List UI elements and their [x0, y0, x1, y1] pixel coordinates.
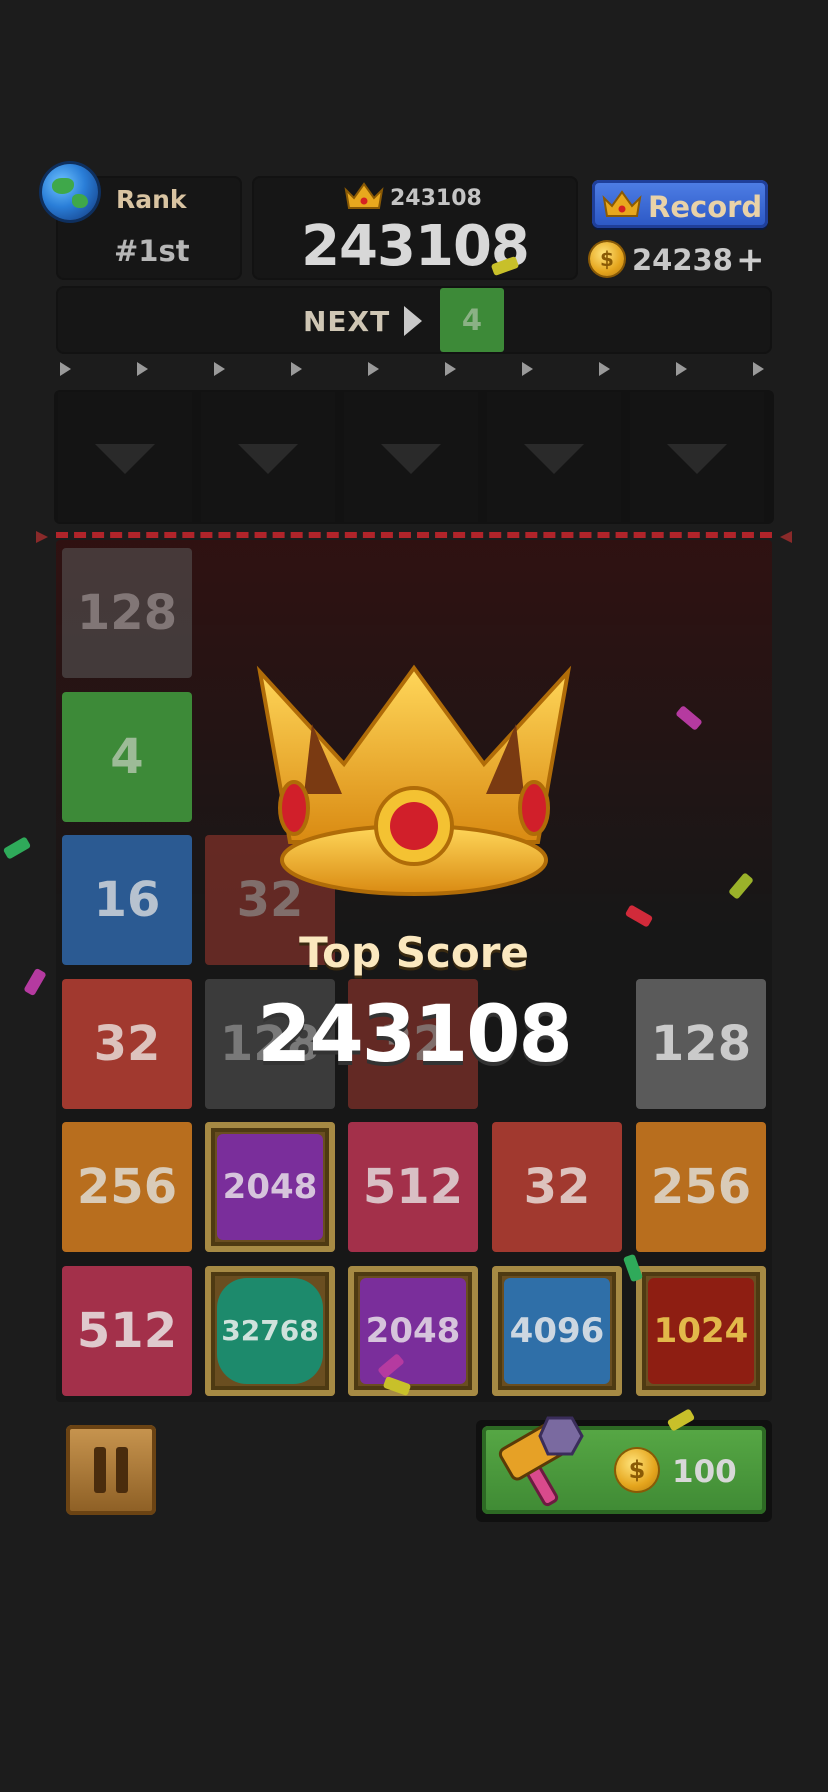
- best-score-value: 243108: [390, 186, 482, 211]
- record-crown-icon: [602, 190, 642, 217]
- pause-icon: [94, 1447, 106, 1493]
- tile-2048: 2048: [348, 1266, 478, 1396]
- drop-column-3[interactable]: [344, 392, 478, 522]
- danger-line: [56, 532, 772, 538]
- drop-arrow-icon: [238, 444, 298, 474]
- tile-value: 4: [110, 729, 144, 785]
- best-score-crown-icon: [344, 182, 384, 209]
- column-marker-icon: [60, 362, 71, 376]
- drop-arrow-icon: [524, 444, 584, 474]
- record-label: Record: [648, 190, 763, 224]
- next-tile-value: 4: [461, 303, 483, 337]
- column-marker-icon: [445, 362, 456, 376]
- top-score-value: 243108: [257, 990, 573, 1080]
- globe-icon[interactable]: [42, 164, 98, 220]
- column-marker-icon: [753, 362, 764, 376]
- tile-value: 32: [523, 1159, 591, 1215]
- drop-column-1[interactable]: [58, 392, 192, 522]
- rank-label: Rank: [116, 185, 187, 214]
- confetti: [2, 836, 32, 860]
- coin-icon: $: [590, 242, 624, 276]
- coins-value: 24238: [632, 243, 733, 277]
- hammer-price: 100: [672, 1454, 737, 1490]
- tile-value: 1024: [653, 1311, 749, 1351]
- next-arrow-icon: [404, 306, 422, 336]
- next-tile: 4: [440, 288, 504, 352]
- tile-512: 512: [348, 1122, 478, 1252]
- add-coins-button[interactable]: +: [736, 240, 765, 280]
- current-score: 243108: [301, 214, 530, 279]
- danger-marker-right-icon: [780, 531, 792, 543]
- tile-value: 2048: [222, 1167, 318, 1207]
- tile-value: 512: [362, 1159, 464, 1215]
- column-marker-icon: [137, 362, 148, 376]
- column-marker-icon: [522, 362, 533, 376]
- column-marker-icon: [599, 362, 610, 376]
- column-marker-icon: [676, 362, 687, 376]
- pause-icon: [116, 1447, 128, 1493]
- column-marker-icon: [368, 362, 379, 376]
- column-marker-icon: [291, 362, 302, 376]
- drop-column-5[interactable]: [630, 392, 764, 522]
- tile-value: 128: [76, 585, 178, 641]
- top-score-title: Top Score: [299, 928, 529, 977]
- tile-value: 2048: [365, 1311, 461, 1351]
- tile-1024: 1024: [636, 1266, 766, 1396]
- hammer-icon: [498, 1416, 584, 1507]
- tile-value: 4096: [509, 1311, 605, 1351]
- danger-marker-left-icon: [36, 531, 48, 543]
- tile-128: 128: [62, 548, 192, 678]
- game-screen: { "header": { "rank_label": "Rank", "ran…: [0, 0, 828, 1792]
- drop-column-4[interactable]: [487, 392, 621, 522]
- drop-arrow-icon: [381, 444, 441, 474]
- pause-button[interactable]: [66, 1425, 156, 1515]
- tile-2048: 2048: [205, 1122, 335, 1252]
- tile-value: 256: [650, 1159, 752, 1215]
- tile-4096: 4096: [492, 1266, 622, 1396]
- drop-arrow-icon: [95, 444, 155, 474]
- tile-32: 32: [492, 1122, 622, 1252]
- tile-256: 256: [636, 1122, 766, 1252]
- next-label: NEXT: [303, 305, 391, 338]
- tile-256: 256: [62, 1122, 192, 1252]
- drop-arrow-icon: [667, 444, 727, 474]
- crown-icon: [256, 664, 572, 896]
- rank-value: #1st: [114, 234, 190, 268]
- tile-value: 32768: [221, 1314, 319, 1347]
- tile-4: 4: [62, 692, 192, 822]
- drop-column-2[interactable]: [201, 392, 335, 522]
- tile-value: 512: [76, 1303, 178, 1359]
- tile-32768: 32768: [205, 1266, 335, 1396]
- tile-512: 512: [62, 1266, 192, 1396]
- tile-value: 256: [76, 1159, 178, 1215]
- column-marker-icon: [214, 362, 225, 376]
- coin-icon: $: [616, 1449, 658, 1491]
